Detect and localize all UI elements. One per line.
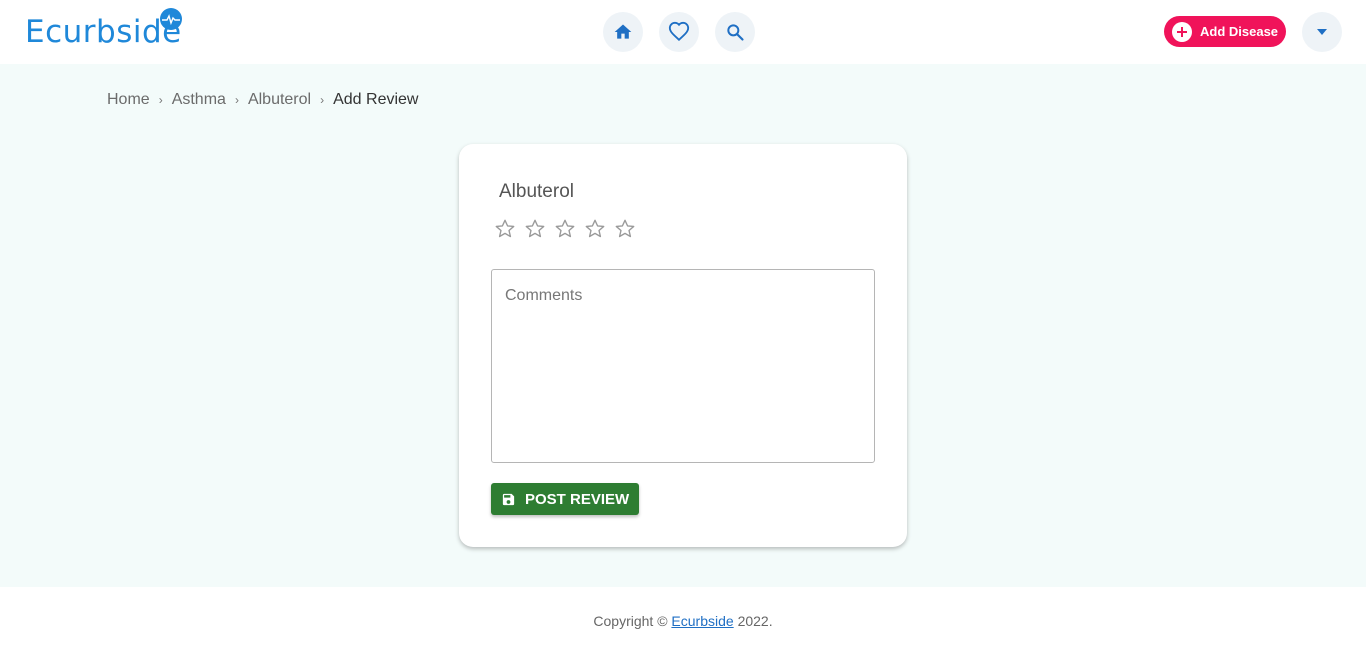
copyright-year: 2022. — [737, 613, 773, 629]
comments-input[interactable] — [491, 269, 875, 463]
logo[interactable]: Ecurbside — [25, 8, 182, 54]
heart-icon — [668, 21, 690, 42]
breadcrumb-albuterol[interactable]: Albuterol — [248, 91, 311, 109]
home-icon — [614, 24, 632, 39]
star-4-icon[interactable] — [584, 218, 606, 240]
drug-title: Albuterol — [499, 181, 574, 202]
footer: Copyright © Ecurbside 2022. — [0, 587, 1366, 655]
star-2-icon[interactable] — [524, 218, 546, 240]
save-icon — [502, 493, 515, 505]
breadcrumb-asthma[interactable]: Asthma — [172, 91, 226, 109]
caret-down-icon — [1317, 29, 1327, 35]
post-review-label: POST REVIEW — [525, 490, 630, 508]
plus-icon — [1172, 21, 1192, 42]
copyright-prefix: Copyright © — [593, 613, 668, 629]
breadcrumb-home[interactable]: Home — [107, 91, 150, 109]
heartbeat-icon — [160, 8, 182, 30]
star-rating — [494, 218, 636, 240]
add-disease-label: Add Disease — [1200, 24, 1279, 39]
add-disease-button[interactable]: Add Disease — [1164, 16, 1286, 47]
breadcrumb-separator: › — [320, 93, 325, 107]
breadcrumb-separator: › — [234, 93, 239, 107]
main-content: Home › Asthma › Albuterol › Add Review A… — [0, 64, 1366, 587]
post-review-button[interactable]: POST REVIEW — [491, 483, 639, 515]
search-icon — [727, 24, 744, 41]
logo-text: Ecurbside — [25, 14, 182, 50]
search-button[interactable] — [715, 12, 755, 52]
breadcrumb-separator: › — [158, 93, 163, 107]
star-5-icon[interactable] — [614, 218, 636, 240]
favorites-button[interactable] — [659, 12, 699, 52]
top-header: Ecurbside Add Disease — [0, 0, 1366, 64]
footer-brand-link[interactable]: Ecurbside — [671, 613, 733, 629]
account-menu-button[interactable] — [1302, 12, 1342, 52]
breadcrumb-current: Add Review — [333, 91, 419, 108]
star-1-icon[interactable] — [494, 218, 516, 240]
breadcrumb: Home › Asthma › Albuterol › Add Review — [107, 91, 418, 109]
home-button[interactable] — [603, 12, 643, 52]
review-card: Albuterol POST REVIEW — [459, 144, 907, 547]
nav-icons — [603, 12, 755, 52]
star-3-icon[interactable] — [554, 218, 576, 240]
